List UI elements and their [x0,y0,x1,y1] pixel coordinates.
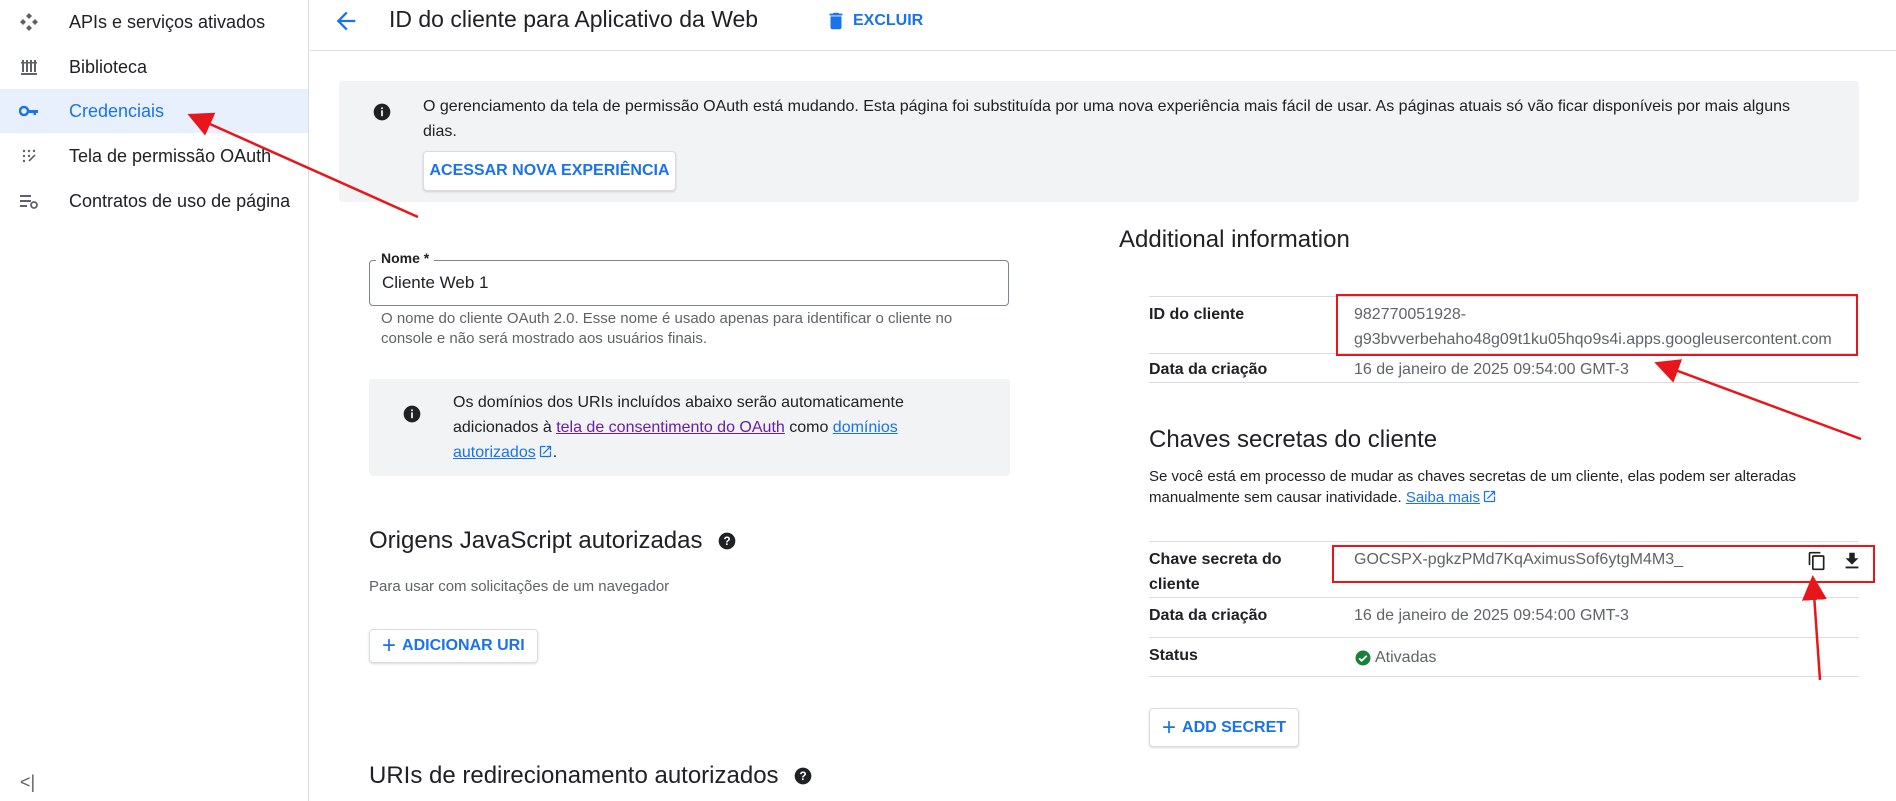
info-icon [403,405,421,423]
consent-screen-link[interactable]: tela de consentimento do OAuth [556,419,785,436]
sidebar-item-credentials[interactable]: Credenciais [0,89,308,133]
secret-status-text: Ativadas [1375,649,1437,666]
collapse-sidebar-icon[interactable]: <| [20,772,35,793]
external-link-icon [1483,490,1496,503]
domains-info-text-part: como [784,419,833,436]
page-header: ID do cliente para Aplicativo da Web EXC… [310,0,1896,51]
secret-created-row: Data da criação 16 de janeiro de 2025 09… [1149,597,1859,637]
svg-text:?: ? [723,535,730,548]
delete-button-label: EXCLUIR [853,12,924,29]
sidebar: APIs e serviços ativados Biblioteca Cred… [0,0,309,801]
learn-more-label: Saiba mais [1405,489,1481,506]
banner-text: O gerenciamento da tela de permissão OAu… [423,98,1790,140]
domains-info-text-part: . [552,444,558,461]
back-arrow-icon[interactable] [332,7,360,35]
name-input[interactable] [382,273,982,293]
client-secret-label-line-2: cliente [1149,576,1200,593]
library-icon [18,56,40,78]
plus-icon: + [382,632,397,659]
client-secrets-title: Chaves secretas do cliente [1149,426,1438,453]
access-new-experience-button[interactable]: ACESSAR NOVA EXPERIÊNCIA [423,151,676,191]
add-secret-label: ADD SECRET [1182,718,1287,736]
external-link-icon [539,445,551,458]
delete-button[interactable]: EXCLUIR [825,6,923,36]
created-date-value: 16 de janeiro de 2025 09:54:00 GMT-3 [1354,361,1629,378]
sidebar-item-oauth-consent[interactable]: Tela de permissão OAuth [0,134,308,178]
sidebar-item-label: Contratos de uso de página [69,190,291,211]
apis-services-icon [18,11,40,33]
annotation-box-client-secret [1332,545,1875,583]
sidebar-item-label: Credenciais [69,100,165,121]
sidebar-item-apis-services[interactable]: APIs e serviços ativados [0,0,308,44]
client-secret-label-line-1: Chave secreta do [1149,551,1282,568]
name-field-label: Nome * [376,250,435,266]
created-date-row: Data da criação 16 de janeiro de 2025 09… [1149,353,1859,383]
trash-icon [829,12,843,30]
secret-status-row: Status Ativadas [1149,637,1859,677]
name-field[interactable] [369,260,1009,306]
check-circle-icon [1355,650,1371,665]
secret-status-value: Ativadas [1354,645,1436,670]
annotation-box-client-id [1336,294,1858,356]
secret-created-value: 16 de janeiro de 2025 09:54:00 GMT-3 [1354,607,1629,624]
js-origins-title: Origens JavaScript autorizadas ? [369,527,737,555]
name-field-help: O nome do cliente OAuth 2.0. Esse nome é… [381,310,953,347]
page-usage-icon [18,190,40,212]
js-origins-subtitle: Para usar com solicitações de um navegad… [369,578,670,595]
svg-text:?: ? [799,770,806,783]
info-icon [373,103,391,121]
sidebar-item-label: Biblioteca [69,56,148,77]
sidebar-item-label: Tela de permissão OAuth [69,145,272,166]
sidebar-item-label: APIs e serviços ativados [69,11,266,32]
secret-created-label: Data da criação [1149,607,1268,624]
help-icon[interactable]: ? [717,531,737,551]
oauth-change-banner: O gerenciamento da tela de permissão OAu… [339,81,1859,202]
key-icon [18,100,40,122]
client-secrets-desc: Se você está em processo de mudar as cha… [1149,466,1829,508]
page-title: ID do cliente para Aplicativo da Web [389,6,759,32]
oauth-consent-icon [18,145,40,167]
learn-more-link[interactable]: Saiba mais [1406,489,1497,506]
js-origins-title-text: Origens JavaScript autorizadas [369,527,703,554]
plus-icon: + [1162,713,1177,741]
add-uri-button[interactable]: + ADICIONAR URI [369,629,538,663]
help-icon[interactable]: ? [793,766,813,786]
sidebar-item-library[interactable]: Biblioteca [0,45,308,89]
add-secret-button[interactable]: + ADD SECRET [1149,708,1300,747]
client-secret-label: Chave secreta do cliente [1149,547,1282,597]
secret-status-label: Status [1149,647,1198,664]
add-uri-label: ADICIONAR URI [402,637,525,654]
redirect-uris-title: URIs de redirecionamento autorizados ? [369,762,813,790]
redirect-uris-title-text: URIs de redirecionamento autorizados [369,762,779,789]
additional-info-title: Additional information [1119,226,1350,253]
client-id-label: ID do cliente [1149,306,1245,323]
domains-info-text: Os domínios dos URIs incluídos abaixo se… [453,390,973,465]
created-date-label: Data da criação [1149,361,1268,378]
sidebar-item-page-usage[interactable]: Contratos de uso de página [0,179,308,223]
domains-info-box: Os domínios dos URIs incluídos abaixo se… [369,379,1010,476]
